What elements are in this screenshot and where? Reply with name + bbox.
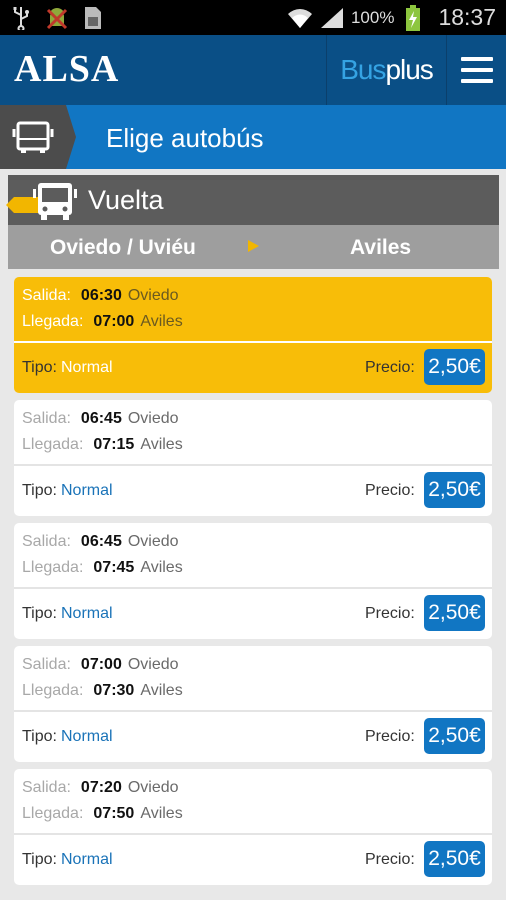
app-header: ALSA Bus plus: [0, 35, 506, 105]
type-value: Normal: [60, 605, 113, 622]
battery-charging-icon: [400, 4, 426, 31]
price-label: Precio:: [365, 482, 415, 499]
departure-time: 06:45: [80, 533, 122, 550]
direction-header: Vuelta: [6, 175, 499, 226]
busplus-plus-text: plus: [385, 54, 433, 85]
page-title: Elige autobús: [106, 123, 264, 153]
busplus-bus-text: Bus: [340, 54, 386, 85]
alsa-logo[interactable]: ALSA: [14, 47, 119, 91]
card-divider: [14, 833, 492, 835]
price-badge[interactable]: 2,50€: [424, 841, 485, 877]
departure-label: Salida:: [22, 287, 71, 304]
signal-icon: [319, 5, 345, 31]
page-title-bar: Elige autobús: [0, 105, 506, 169]
arrival-label: Llegada:: [22, 313, 84, 330]
hamburger-menu-icon[interactable]: [446, 35, 506, 105]
card-divider: [14, 710, 492, 712]
usb-icon: [8, 5, 34, 31]
title-arrow-shape: [66, 105, 76, 169]
type-label: Tipo:: [22, 728, 57, 745]
type-value: Normal: [60, 359, 113, 376]
route-destination: Aviles: [350, 236, 412, 259]
sd-card-icon: [80, 5, 106, 31]
card-divider: [14, 464, 492, 466]
arrival-time: 07:50: [93, 805, 135, 822]
arrival-label: Llegada:: [22, 559, 84, 576]
departure-place: Oviedo: [127, 656, 179, 673]
arrival-place: Aviles: [140, 559, 183, 576]
departure-place: Oviedo: [127, 779, 179, 796]
price-label: Precio:: [365, 851, 415, 868]
departure-time: 07:20: [80, 779, 122, 796]
card-divider: [14, 587, 492, 589]
trip-card[interactable]: Salida: 07:00 Oviedo Llegada: 07:30 Aviles T…: [14, 646, 492, 762]
arrival-label: Llegada:: [22, 682, 84, 699]
price-label: Precio:: [365, 728, 415, 745]
type-label: Tipo:: [22, 359, 57, 376]
type-value: Normal: [60, 482, 113, 499]
arrival-time: 07:15: [93, 436, 135, 453]
price-label: Precio:: [365, 359, 415, 376]
price-badge[interactable]: 2,50€: [424, 349, 485, 385]
trip-card[interactable]: Salida: 07:20 Oviedo Llegada: 07:50 Aviles T…: [14, 769, 492, 885]
arrival-time: 07:30: [93, 682, 135, 699]
bus-icon: [0, 105, 66, 169]
trip-card[interactable]: Salida: 06:45 Oviedo Llegada: 07:45 Aviles T…: [14, 523, 492, 639]
trip-card[interactable]: Salida: 06:30 Oviedo Llegada: 07:00 Aviles T…: [14, 277, 492, 393]
direction-label: Vuelta: [88, 185, 164, 215]
clock: 18:37: [438, 4, 496, 30]
arrival-time: 07:00: [93, 313, 135, 330]
bus-front-icon: [32, 181, 78, 226]
departure-label: Salida:: [22, 779, 71, 796]
departure-label: Salida:: [22, 533, 71, 550]
price-badge[interactable]: 2,50€: [424, 472, 485, 508]
arrival-label: Llegada:: [22, 805, 84, 822]
route-arrow-icon: [248, 240, 259, 252]
price-badge[interactable]: 2,50€: [424, 595, 485, 631]
arrival-label: Llegada:: [22, 436, 84, 453]
departure-label: Salida:: [22, 410, 71, 427]
departure-place: Oviedo: [127, 533, 179, 550]
type-value: Normal: [60, 728, 113, 745]
arrival-place: Aviles: [140, 436, 183, 453]
price-label: Precio:: [365, 605, 415, 622]
busplus-button[interactable]: Bus plus: [326, 35, 446, 105]
android-debug-icon: [44, 5, 70, 31]
type-label: Tipo:: [22, 482, 57, 499]
status-bar: 100% 18:37: [0, 0, 506, 35]
departure-time: 06:45: [80, 410, 122, 427]
trip-card[interactable]: Salida: 06:45 Oviedo Llegada: 07:15 Aviles T…: [14, 400, 492, 516]
type-label: Tipo:: [22, 605, 57, 622]
departure-place: Oviedo: [127, 410, 179, 427]
arrival-place: Aviles: [140, 313, 183, 330]
wifi-icon: [287, 5, 313, 31]
type-value: Normal: [60, 851, 113, 868]
battery-percent: 100%: [350, 7, 395, 27]
arrival-time: 07:45: [93, 559, 135, 576]
arrival-place: Aviles: [140, 805, 183, 822]
card-divider: [14, 341, 492, 343]
type-label: Tipo:: [22, 851, 57, 868]
arrival-place: Aviles: [140, 682, 183, 699]
route-origin: Oviedo / Uviéu: [50, 236, 196, 259]
departure-place: Oviedo: [127, 287, 179, 304]
route-bar: Oviedo / Uviéu Aviles: [8, 225, 499, 269]
departure-label: Salida:: [22, 656, 71, 673]
departure-time: 06:30: [80, 287, 122, 304]
price-badge[interactable]: 2,50€: [424, 718, 485, 754]
departure-time: 07:00: [80, 656, 122, 673]
